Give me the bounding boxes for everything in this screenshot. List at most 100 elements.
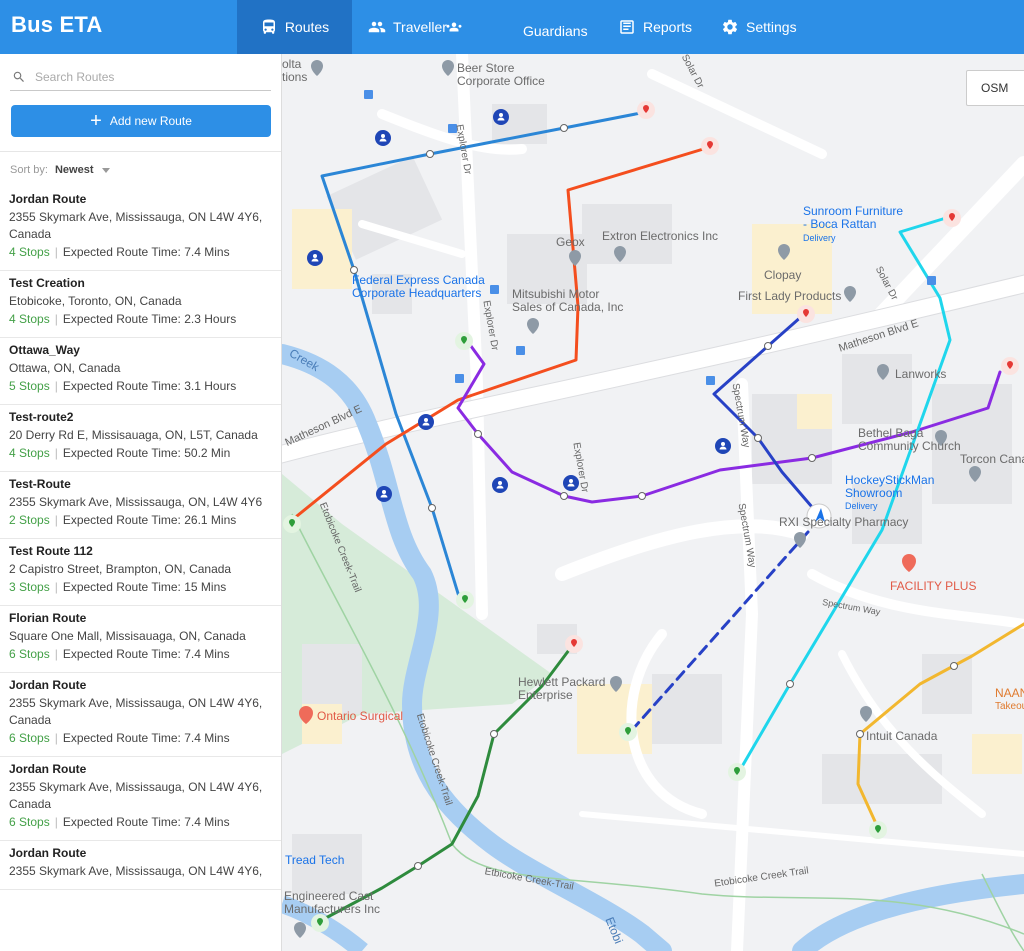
routes-list: Jordan Route 2355 Skymark Ave, Mississaug… (0, 187, 281, 890)
route-address: 20 Derry Rd E, Missisauaga, ON, L5T, Can… (9, 428, 258, 442)
nav-routes[interactable]: Routes (237, 0, 352, 54)
route-meta: 5 Stops | Expected Route Time: 3.1 Hours (9, 378, 273, 395)
map-label-naan: NAAN (995, 686, 1024, 700)
expected-time-label: Expected Route Time: (62, 580, 185, 594)
nav-settings-label: Settings (746, 19, 797, 35)
search-icon (13, 71, 24, 82)
route-stops-count: 2 Stops (9, 513, 50, 527)
expected-time-label: Expected Route Time: (62, 647, 185, 661)
plus-icon: + (90, 110, 102, 132)
nav-settings[interactable]: Settings (721, 0, 797, 54)
route-name: Ottawa_Way (9, 343, 80, 357)
sort-control[interactable]: Sort by: Newest (0, 151, 281, 176)
expected-time-label: Expected Route Time: (62, 379, 185, 393)
route-address: 2 Capistro Street, Brampton, ON, Canada (9, 562, 232, 576)
route-meta: 2 Stops | Expected Route Time: 26.1 Mins (9, 512, 273, 529)
map-label-facility: FACILITY PLUS (890, 579, 977, 593)
route-address: 2355 Skymark Ave, Mississauga, ON L4W 4Y… (9, 210, 263, 241)
route-list-item[interactable]: Ottawa_Way Ottawa, ON, Canada 5 Stops | Expe… (0, 338, 281, 405)
nav-guardians-label: Guardians (523, 23, 588, 39)
route-list-item[interactable]: Jordan Route 2355 Skymark Ave, Mississaug… (0, 757, 281, 841)
separator: | (54, 245, 58, 259)
map-label-extron: Extron Electronics Inc (602, 229, 719, 243)
nav-reports[interactable]: Reports (618, 0, 692, 54)
map-label-olta: olta tions (282, 57, 308, 84)
expected-time-label: Expected Route Time: (62, 446, 185, 460)
expected-time-value: 2.3 Hours (184, 312, 237, 326)
route-stops-count: 6 Stops (9, 815, 50, 829)
top-navigation-bar: Bus ETA Routes Traveller Guardians Repor… (0, 0, 1024, 54)
nav-guardians[interactable]: Guardians (523, 4, 588, 58)
expected-time-value: 15 Mins (184, 580, 227, 594)
search-input[interactable] (35, 70, 255, 84)
route-name: Test-Route (9, 477, 71, 491)
map-canvas[interactable] (282, 54, 1024, 951)
route-list-item[interactable]: Test Route 112 2 Capistro Street, Brampto… (0, 539, 281, 606)
expected-time-label: Expected Route Time: (62, 815, 185, 829)
add-route-button[interactable]: + Add new Route (11, 105, 271, 137)
route-stops-count: 6 Stops (9, 731, 50, 745)
map-label-first-lady: First Lady Products (738, 289, 842, 303)
nav-traveller-label: Traveller (393, 19, 447, 35)
route-name: Test-route2 (9, 410, 74, 424)
nav-routes-label: Routes (284, 19, 330, 35)
expected-time-label: Expected Route Time: (62, 513, 185, 527)
map-label-takeout: Takeou (995, 701, 1024, 712)
map-label-federal-express: Federal Express Canada Corporate Headqua… (352, 273, 485, 300)
expected-time-value: 7.4 Mins (184, 245, 230, 259)
route-list-item[interactable]: Test-Route 2355 Skymark Ave, Mississauga,… (0, 472, 281, 539)
separator: | (54, 815, 58, 829)
route-list-item[interactable]: Jordan Route 2355 Skymark Ave, Mississaug… (0, 187, 281, 271)
route-name: Jordan Route (9, 678, 87, 692)
route-name: Jordan Route (9, 846, 87, 860)
route-address: 2355 Skymark Ave, Mississauga, ON L4W 4Y… (9, 696, 263, 727)
separator: | (54, 379, 58, 393)
route-stops-count: 5 Stops (9, 379, 50, 393)
expected-time-value: 3.1 Hours (184, 379, 237, 393)
route-list-item[interactable]: Jordan Route 2355 Skymark Ave, Mississaug… (0, 841, 281, 890)
map-label-hockey: HockeyStickMan Showroom (845, 473, 935, 500)
route-meta: 3 Stops | Expected Route Time: 15 Mins (9, 579, 273, 596)
separator: | (54, 312, 58, 326)
nav-reports-label: Reports (643, 19, 693, 35)
caret-down-icon (101, 167, 110, 173)
route-map[interactable]: Beer Store Corporate Office olta tions F… (282, 54, 1024, 951)
search-box (10, 64, 271, 91)
route-list-item[interactable]: Florian Route Square One Mall, Missisauag… (0, 606, 281, 673)
app-title: Bus ETA (11, 12, 103, 37)
map-label-sunroom: Sunroom Furniture - Boca Rattan (803, 204, 904, 231)
route-address: 2355 Skymark Ave, Mississauga, ON L4W 4Y… (9, 864, 263, 878)
route-name: Jordan Route (9, 192, 87, 206)
map-label-tread-tech: Tread Tech (285, 853, 345, 867)
map-label-delivery-1: Delivery (803, 233, 836, 243)
route-name: Jordan Route (9, 762, 87, 776)
route-meta: 6 Stops | Expected Route Time: 7.4 Mins (9, 646, 273, 663)
separator: | (54, 446, 58, 460)
map-layer-button[interactable]: OSM (966, 70, 1024, 106)
route-list-item[interactable]: Test Creation Etobicoke, Toronto, ON, Can… (0, 271, 281, 338)
route-meta: 4 Stops | Expected Route Time: 50.2 Min (9, 445, 273, 462)
map-label-mitsubishi: Mitsubishi Motor Sales of Canada, Inc (512, 287, 624, 314)
report-icon (620, 20, 634, 34)
route-address: Etobicoke, Toronto, ON, Canada (9, 294, 182, 308)
map-label-torcon: Torcon Cana (960, 452, 1024, 466)
route-list-item[interactable]: Test-route2 20 Derry Rd E, Missisauaga, O… (0, 405, 281, 472)
nav-traveller[interactable]: Traveller (368, 0, 463, 54)
map-label-delivery-2: Delivery (845, 501, 878, 511)
route-stops-count: 4 Stops (9, 312, 50, 326)
routes-sidebar: + Add new Route Sort by: Newest Jordan R… (0, 54, 282, 951)
expected-time-label: Expected Route Time: (62, 731, 185, 745)
route-name: Test Route 112 (9, 544, 93, 558)
expected-time-value: 7.4 Mins (184, 815, 230, 829)
map-label-beer-store: Beer Store Corporate Office (457, 61, 545, 88)
route-meta: 6 Stops | Expected Route Time: 7.4 Mins (9, 814, 273, 831)
sort-label: Sort by: (10, 164, 48, 176)
expected-time-label: Expected Route Time: (62, 312, 185, 326)
group-icon (446, 22, 462, 32)
route-stops-count: 6 Stops (9, 647, 50, 661)
map-label-hewlett: Hewlett Packard Enterprise (518, 675, 606, 702)
route-list-item[interactable]: Jordan Route 2355 Skymark Ave, Mississaug… (0, 673, 281, 757)
route-address: Square One Mall, Missisauaga, ON, Canada (9, 629, 246, 643)
route-name: Test Creation (9, 276, 85, 290)
route-meta: 4 Stops | Expected Route Time: 7.4 Mins (9, 244, 273, 261)
